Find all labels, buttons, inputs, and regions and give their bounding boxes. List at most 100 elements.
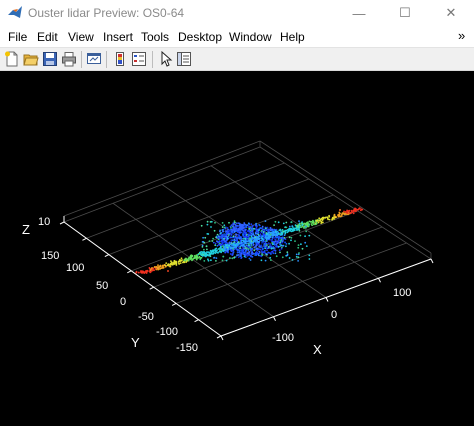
lidar-point — [276, 236, 279, 239]
lidar-point — [274, 240, 276, 243]
lidar-point — [248, 257, 251, 260]
menu-insert[interactable]: Insert — [103, 30, 133, 44]
lidar-point — [246, 234, 248, 236]
lidar-point — [321, 218, 324, 221]
lidar-point — [159, 267, 162, 270]
lidar-point — [261, 237, 264, 240]
lidar-point — [291, 229, 294, 231]
lidar-point — [274, 249, 277, 252]
lidar-point — [216, 244, 219, 247]
lidar-point — [358, 207, 361, 210]
lidar-point — [341, 212, 344, 215]
lidar-point — [208, 240, 211, 243]
lidar-point — [272, 252, 275, 255]
lidar-point — [239, 247, 242, 250]
lidar-point — [233, 241, 236, 243]
lidar-point — [248, 243, 250, 246]
lidar-point — [297, 246, 300, 249]
lidar-point — [221, 229, 224, 231]
lidar-point — [202, 253, 205, 256]
lidar-point — [283, 241, 286, 244]
lidar-point — [265, 244, 268, 247]
lidar-point — [229, 257, 231, 259]
grid-line — [259, 140, 432, 254]
lidar-point — [279, 251, 281, 254]
lidar-point — [248, 251, 251, 253]
lidar-point — [277, 238, 280, 241]
close-button[interactable]: ✕ — [428, 0, 474, 26]
minimize-button[interactable]: — — [336, 0, 382, 26]
lidar-point — [281, 240, 284, 243]
lidar-point — [281, 236, 284, 239]
lidar-point — [205, 245, 208, 248]
lidar-point — [234, 235, 237, 238]
grid-line — [86, 162, 285, 239]
property-inspector-icon[interactable] — [176, 51, 192, 67]
lidar-point — [206, 248, 208, 251]
lidar-point — [275, 255, 278, 258]
maximize-button[interactable]: ☐ — [382, 0, 428, 26]
lidar-point — [225, 230, 228, 233]
plot-area[interactable]: 10 Z 150 100 50 0 -50 -100 -150 Y -100 0… — [0, 71, 474, 426]
lidar-point — [145, 272, 148, 274]
edit-plot-arrow-icon[interactable] — [158, 51, 174, 67]
lidar-point — [304, 241, 307, 244]
lidar-point — [297, 256, 300, 259]
lidar-point — [231, 253, 234, 256]
open-file-icon[interactable] — [23, 51, 39, 67]
lidar-point — [219, 232, 222, 235]
lidar-point — [274, 229, 277, 232]
colorbar-icon[interactable] — [112, 51, 128, 67]
lidar-point — [202, 236, 205, 239]
lidar-point — [258, 229, 260, 232]
lidar-point — [278, 249, 281, 252]
lidar-point — [184, 257, 187, 260]
print-icon[interactable] — [61, 51, 77, 67]
lidar-point — [238, 228, 240, 231]
menu-tools[interactable]: Tools — [141, 30, 169, 44]
lidar-point — [271, 229, 273, 232]
lidar-point — [322, 216, 325, 219]
lidar-3d-axes[interactable]: 10 Z 150 100 50 0 -50 -100 -150 Y -100 0… — [0, 71, 474, 426]
menu-overflow-chevron[interactable]: » — [458, 28, 465, 43]
lidar-point — [175, 261, 178, 263]
new-figure-icon[interactable] — [4, 51, 20, 67]
lidar-point — [195, 258, 198, 261]
lidar-point — [204, 236, 207, 239]
lidar-point — [237, 241, 240, 243]
lidar-point — [213, 256, 216, 259]
grid-line — [194, 319, 199, 323]
menu-window[interactable]: Window — [229, 30, 272, 44]
menu-file[interactable]: File — [8, 30, 27, 44]
lidar-point — [198, 251, 201, 254]
lidar-point — [221, 242, 224, 245]
lidar-point — [226, 231, 229, 233]
lidar-point — [217, 235, 220, 238]
lidar-point — [245, 244, 248, 247]
lidar-point — [253, 227, 255, 230]
lidar-point — [353, 209, 355, 212]
lidar-point — [297, 260, 299, 262]
menu-help[interactable]: Help — [280, 30, 305, 44]
menu-desktop[interactable]: Desktop — [178, 30, 222, 44]
lidar-point — [280, 240, 282, 242]
point-cloud — [135, 207, 364, 274]
grid-line — [430, 258, 434, 264]
lidar-point — [245, 228, 247, 231]
lidar-point — [180, 257, 183, 260]
lidar-point — [278, 229, 281, 232]
lidar-point — [261, 227, 264, 229]
lidar-point — [189, 254, 192, 257]
save-icon[interactable] — [42, 51, 58, 67]
lidar-point — [248, 226, 250, 229]
lidar-point — [221, 259, 224, 262]
lidar-point — [333, 213, 336, 216]
lidar-point — [299, 234, 302, 237]
legend-icon[interactable] — [131, 51, 147, 67]
menu-edit[interactable]: Edit — [37, 30, 58, 44]
lidar-point — [251, 251, 254, 254]
menu-view[interactable]: View — [68, 30, 94, 44]
link-plot-icon[interactable] — [86, 51, 102, 67]
lidar-point — [255, 254, 258, 256]
lidar-point — [264, 237, 267, 239]
